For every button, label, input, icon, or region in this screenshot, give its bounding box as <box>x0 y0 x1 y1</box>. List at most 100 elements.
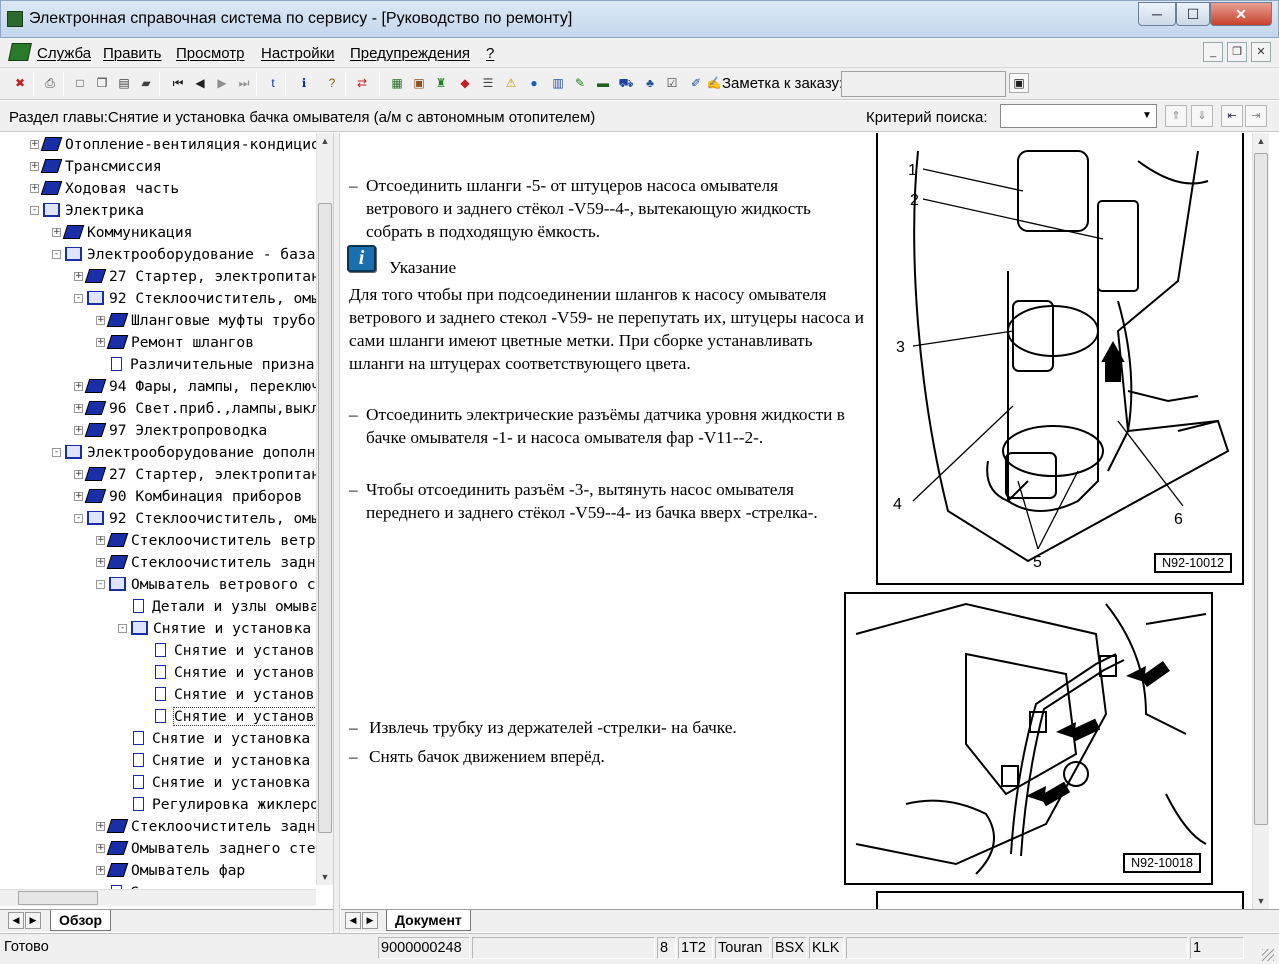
expand-icon[interactable]: + <box>30 183 39 193</box>
tree-node-label[interactable]: Трансмиссия <box>65 158 162 175</box>
tree-node-label[interactable]: Различительные признаки <box>130 356 316 373</box>
tech-icon[interactable]: ✐ <box>686 73 706 93</box>
last-icon[interactable]: ⏭ <box>234 73 254 93</box>
doc-list-icon[interactable]: ▤ <box>114 73 134 93</box>
expand-icon[interactable]: + <box>96 843 105 853</box>
tree-node[interactable]: + Отопление-вентиляция-кондиционирование <box>30 133 316 155</box>
expand-icon[interactable]: + <box>96 821 105 831</box>
tree-node-label[interactable]: Снятие и установка форсунок <box>152 774 316 791</box>
tree-node-label[interactable]: 90 Комбинация приборов <box>109 488 302 505</box>
tree-node-label[interactable]: Омыватель фар <box>131 862 245 879</box>
tree-node[interactable]: Снятие и установка <box>140 705 316 727</box>
edit-icon[interactable]: ✎ <box>570 73 590 93</box>
print-icon[interactable]: ⎙ <box>40 73 60 93</box>
expand-icon[interactable]: + <box>74 271 83 281</box>
tree-node-label[interactable]: 27 Стартер, электропитание <box>109 466 316 483</box>
car-service-icon[interactable]: ⛟ <box>616 73 636 93</box>
expand-icon[interactable]: + <box>30 161 39 171</box>
scroll-down-icon[interactable]: ▼ <box>317 869 333 885</box>
mdi-close-button[interactable]: ✕ <box>1251 42 1271 62</box>
warning-icon[interactable]: ⚠ <box>501 73 521 93</box>
maximize-button[interactable]: ☐ <box>1176 2 1210 26</box>
minimize-button[interactable]: ─ <box>1138 2 1176 26</box>
tree-node-label[interactable]: Снятие и установка <box>174 686 316 703</box>
expand-icon[interactable]: + <box>96 315 105 325</box>
expand-icon[interactable]: + <box>74 491 83 501</box>
car-icon[interactable]: ▰ <box>136 73 156 93</box>
document-vertical-scrollbar[interactable]: ▲ ▼ <box>1252 133 1269 909</box>
tree-node-label[interactable]: Омыватель заднего стекла <box>131 840 316 857</box>
collapse-icon[interactable]: - <box>118 623 127 633</box>
tab-prev-icon[interactable]: ◀ <box>345 912 361 929</box>
resize-grip[interactable] <box>1262 949 1274 961</box>
first-icon[interactable]: ⏮ <box>168 73 188 93</box>
tree-node[interactable]: - 92 Стеклоочиститель, омыватель <box>74 287 316 309</box>
tree-node-label[interactable]: Отопление-вентиляция-кондиционирование <box>65 136 316 153</box>
tree-node[interactable]: +90 Комбинация приборов <box>74 485 302 507</box>
tree-node[interactable]: Снятие и установка <box>140 639 316 661</box>
tree-node[interactable]: Снятие и установка форсунок <box>118 771 316 793</box>
menu-help[interactable]: ? <box>486 45 494 62</box>
tree-node[interactable]: + Ремонт шлангов <box>96 331 254 353</box>
search-next-icon[interactable]: ⇥ <box>1245 105 1267 127</box>
notes-icon[interactable]: ✍ <box>704 73 724 93</box>
tree-node-label[interactable]: Регулировка жиклеров <box>152 796 316 813</box>
scroll-up-icon[interactable]: ▲ <box>1253 133 1269 149</box>
tree-node-label[interactable]: Электрика <box>65 202 144 219</box>
tree-node-label[interactable]: Ходовая часть <box>65 180 179 197</box>
tree-node[interactable]: - Снятие и установка бачка <box>118 617 316 639</box>
tab-next-icon[interactable]: ▶ <box>362 912 378 929</box>
tree-node[interactable]: - Электрика <box>30 199 144 221</box>
tab-next-icon[interactable]: ▶ <box>25 912 41 929</box>
tree-node-label[interactable]: Электрооборудование дополнительное <box>87 444 316 461</box>
expand-icon[interactable]: + <box>74 403 83 413</box>
tab-overview[interactable]: Обзор <box>50 910 112 931</box>
pane-splitter[interactable] <box>333 133 340 933</box>
menu-service[interactable]: Служба <box>37 45 91 62</box>
next-icon[interactable]: ▶ <box>212 73 232 93</box>
tree-node-label[interactable]: Стеклоочиститель ветрового стекла <box>131 532 316 549</box>
tree-node-label[interactable]: Снятие и установка <box>174 642 316 659</box>
tree-node-label[interactable]: Снятие и установка бачка <box>153 620 316 637</box>
expand-icon[interactable]: + <box>96 557 105 567</box>
tree-node[interactable]: Детали и узлы омывателя <box>118 595 316 617</box>
tree-node[interactable]: +27 Стартер, электропитание <box>74 463 316 485</box>
chevron-down-icon[interactable]: ▼ <box>1138 105 1156 127</box>
tree-node[interactable]: +96 Свет.приб.,лампы,выключатели <box>74 397 316 419</box>
tree-node[interactable]: + Ходовая часть <box>30 177 179 199</box>
tree-node-label[interactable]: Снятие и установка насоса <box>152 730 316 747</box>
tree-node[interactable]: +94 Фары, лампы, переключатели <box>74 375 316 397</box>
tree-node[interactable]: - Электрооборудование дополнительное <box>52 441 316 463</box>
search-prev-icon[interactable]: ⇤ <box>1221 105 1243 127</box>
goto-icon[interactable]: t <box>263 73 283 93</box>
tab-prev-icon[interactable]: ◀ <box>8 912 24 929</box>
search-down-icon[interactable]: ⇓ <box>1191 105 1213 127</box>
tree-node-label[interactable]: Стеклоочиститель заднего стекла <box>131 818 316 835</box>
tree-node-label[interactable]: Стеклоочиститель заднего стекла <box>131 554 316 571</box>
mdi-minimize-button[interactable]: _ <box>1203 42 1223 62</box>
checklist-icon[interactable]: ☑ <box>662 73 682 93</box>
expand-icon[interactable]: + <box>96 535 105 545</box>
tree-node-label[interactable]: 92 Стеклоочиститель, омыватель <box>109 290 316 307</box>
car-green-icon[interactable]: ▬ <box>593 73 613 93</box>
tree-node-label[interactable]: Снятие и установка <box>174 664 316 681</box>
new-icon[interactable]: □ <box>70 73 90 93</box>
tree-node-label[interactable]: Снятие и установка <box>172 706 316 726</box>
tree-node[interactable]: + Стеклоочиститель заднего стекла <box>96 815 316 837</box>
globe-icon[interactable]: ● <box>524 73 544 93</box>
parts-icon[interactable]: ▣ <box>409 73 429 93</box>
tree-node[interactable]: Снятие и установка <box>140 661 316 683</box>
tree-node[interactable]: +27 Стартер, электропитание <box>74 265 316 287</box>
menu-warnings[interactable]: Предупреждения <box>350 45 470 62</box>
tree-node-label[interactable]: Ремонт шлангов <box>131 334 254 351</box>
tree-node-label[interactable]: 92 Стеклоочиститель, омыватель <box>109 510 316 527</box>
tree-node[interactable]: Снятие и установка датчика <box>118 749 316 771</box>
mdi-document-icon[interactable] <box>8 43 32 61</box>
tree-node[interactable]: Различительные признаки <box>96 353 316 375</box>
expand-icon[interactable]: + <box>74 469 83 479</box>
scroll-up-icon[interactable]: ▲ <box>317 133 333 149</box>
collapse-icon[interactable]: - <box>52 249 61 259</box>
tree-node[interactable]: + Омыватель заднего стекла <box>96 837 316 859</box>
note-edit-icon[interactable]: ▣ <box>1009 73 1029 93</box>
tree-node[interactable]: + Шланговые муфты трубок <box>96 309 316 331</box>
